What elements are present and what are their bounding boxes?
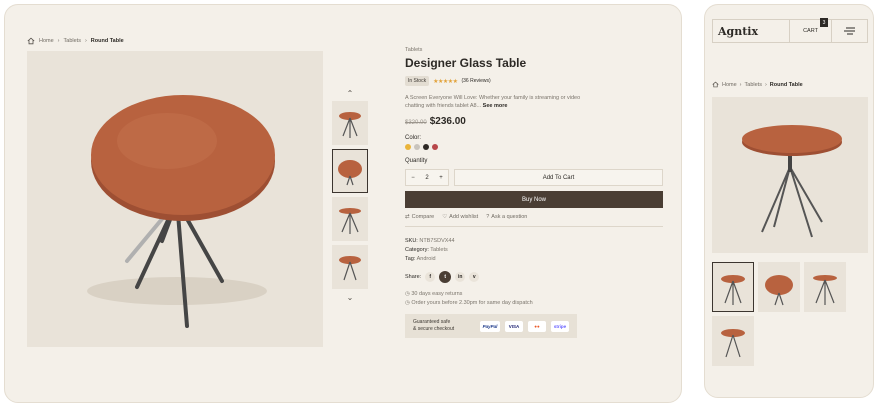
breadcrumb-category[interactable]: Tablets (745, 82, 762, 88)
color-swatch-gray[interactable] (414, 144, 420, 150)
mobile-thumbnail-3[interactable] (804, 262, 846, 312)
sku-label: SKU: (405, 238, 418, 244)
desktop-frame: Home › Tablets › Round Table ⌃ ⌄ Tablets… (4, 4, 682, 403)
cart-count-badge: 3 (820, 18, 828, 27)
product-actions: ⇄ Compare ♡ Add wishlist ? Ask a question (405, 214, 663, 220)
visa-icon: VISA (505, 320, 523, 332)
breadcrumb-current: Round Table (769, 81, 803, 88)
breadcrumb-current: Round Table (90, 38, 124, 44)
color-swatch-black[interactable] (423, 144, 429, 150)
price: $320.00 $236.00 (405, 116, 663, 127)
category-value[interactable]: Tablets (430, 247, 447, 253)
current-price: $236.00 (429, 116, 466, 127)
color-swatches (405, 144, 663, 150)
paypal-icon: PayPal (480, 320, 500, 332)
clock-icon: ◷ (405, 300, 410, 306)
mobile-thumbnail-1[interactable] (712, 262, 754, 312)
mobile-thumbnail-2[interactable] (758, 262, 800, 312)
facebook-icon[interactable]: f (425, 272, 436, 282)
wishlist-label: Add wishlist (449, 214, 479, 220)
thumbnail-4[interactable] (332, 245, 368, 289)
wishlist-link[interactable]: ♡ Add wishlist (442, 214, 478, 220)
chevron-down-icon[interactable]: ⌄ (332, 293, 368, 305)
mobile-frame: Agntix CART 3 Home › Tablets › Round Tab… (704, 4, 874, 398)
quantity-label: Quantity (405, 158, 428, 164)
category-label: Category: (405, 247, 429, 253)
breadcrumb-separator: › (739, 81, 742, 88)
chevron-up-icon[interactable]: ⌃ (332, 89, 368, 101)
product-info: Tablets Designer Glass Table In Stock ★★… (405, 47, 663, 338)
thumbnail-3[interactable] (332, 197, 368, 241)
quantity-increase-button[interactable]: + (439, 175, 443, 181)
stock-badge: In Stock (405, 76, 430, 86)
mobile-thumbnail-4[interactable] (712, 316, 754, 366)
buy-now-button[interactable]: Buy Now (405, 191, 663, 208)
mobile-breadcrumb: Home › Tablets › Round Table (712, 81, 803, 88)
mobile-product-image (712, 97, 868, 253)
mobile-thumbnail-grid (712, 262, 868, 366)
breadcrumb-separator: › (84, 38, 87, 44)
clock-icon: ◷ (405, 291, 410, 297)
thumbnail-1[interactable] (332, 101, 368, 145)
cart-label: CART (803, 28, 818, 34)
home-icon (27, 37, 35, 45)
shipping-notes: ◷ 30 days easy returns ◷ Order yours bef… (405, 290, 663, 308)
question-icon: ? (486, 214, 490, 220)
quantity-value[interactable]: 2 (425, 175, 428, 181)
quantity-decrease-button[interactable]: − (411, 175, 415, 181)
old-price: $320.00 (405, 120, 427, 126)
hamburger-icon (843, 27, 855, 35)
share-label: Share: (405, 274, 422, 280)
product-main-image (27, 51, 323, 347)
secure-checkout-box: Guaranteed safe & secure checkout PayPal… (405, 314, 577, 338)
product-details: SKU: NTB7SDVX44 Category: Tablets Tag: A… (405, 237, 663, 264)
secure-line-2: & secure checkout (413, 326, 455, 332)
divider (405, 226, 663, 227)
thumbnail-strip: ⌃ ⌄ (332, 89, 368, 305)
rating-stars: ★★★★★ (433, 78, 458, 85)
product-meta: In Stock ★★★★★ (36 Reviews) (405, 76, 663, 86)
add-to-cart-button[interactable]: Add To Cart (454, 169, 663, 186)
secure-line-1: Guaranteed safe (413, 319, 451, 325)
compare-icon: ⇄ (405, 214, 410, 220)
menu-button[interactable] (831, 20, 867, 42)
review-count[interactable]: (36 Reviews) (461, 78, 490, 84)
twitter-icon[interactable]: t (439, 271, 452, 283)
breadcrumb-home[interactable]: Home (39, 38, 54, 44)
quantity-stepper: − 2 + (405, 169, 449, 186)
color-swatch-red[interactable] (432, 144, 438, 150)
breadcrumb-separator: › (57, 38, 60, 44)
color-label: Color: (405, 135, 422, 141)
product-description: A Screen Everyone Will Love: Whether you… (405, 94, 585, 110)
product-category[interactable]: Tablets (405, 47, 663, 53)
home-icon (712, 81, 719, 88)
mobile-header: Agntix CART 3 (712, 18, 868, 43)
color-swatch-yellow[interactable] (405, 144, 411, 150)
breadcrumb: Home › Tablets › Round Table (27, 37, 124, 45)
cart-button[interactable]: CART 3 (789, 18, 831, 42)
tag-value[interactable]: Android (417, 256, 436, 262)
vimeo-icon[interactable]: v (469, 272, 480, 282)
logo[interactable]: Agntix (713, 20, 789, 42)
ask-label: Ask a question (491, 214, 528, 220)
ask-question-link[interactable]: ? Ask a question (486, 214, 527, 220)
linkedin-icon[interactable]: in (455, 272, 466, 282)
see-more-link[interactable]: See more (483, 103, 508, 109)
sku-value: NTB7SDVX44 (419, 238, 455, 244)
mastercard-icon: ●● (528, 320, 546, 332)
stripe-icon: stripe (551, 320, 569, 332)
dispatch-note: Order yours before 2.30pm for same day d… (411, 300, 533, 306)
compare-label: Compare (411, 214, 435, 220)
share-row: Share: f t in v (405, 271, 663, 283)
breadcrumb-category[interactable]: Tablets (64, 38, 81, 44)
thumbnail-2[interactable] (332, 149, 368, 193)
breadcrumb-home[interactable]: Home (722, 82, 737, 88)
compare-link[interactable]: ⇄ Compare (405, 214, 434, 220)
tag-label: Tag: (405, 256, 416, 262)
heart-icon: ♡ (442, 214, 448, 220)
breadcrumb-separator: › (764, 81, 767, 88)
returns-note: 30 days easy returns (411, 291, 463, 297)
product-title: Designer Glass Table (405, 56, 527, 70)
